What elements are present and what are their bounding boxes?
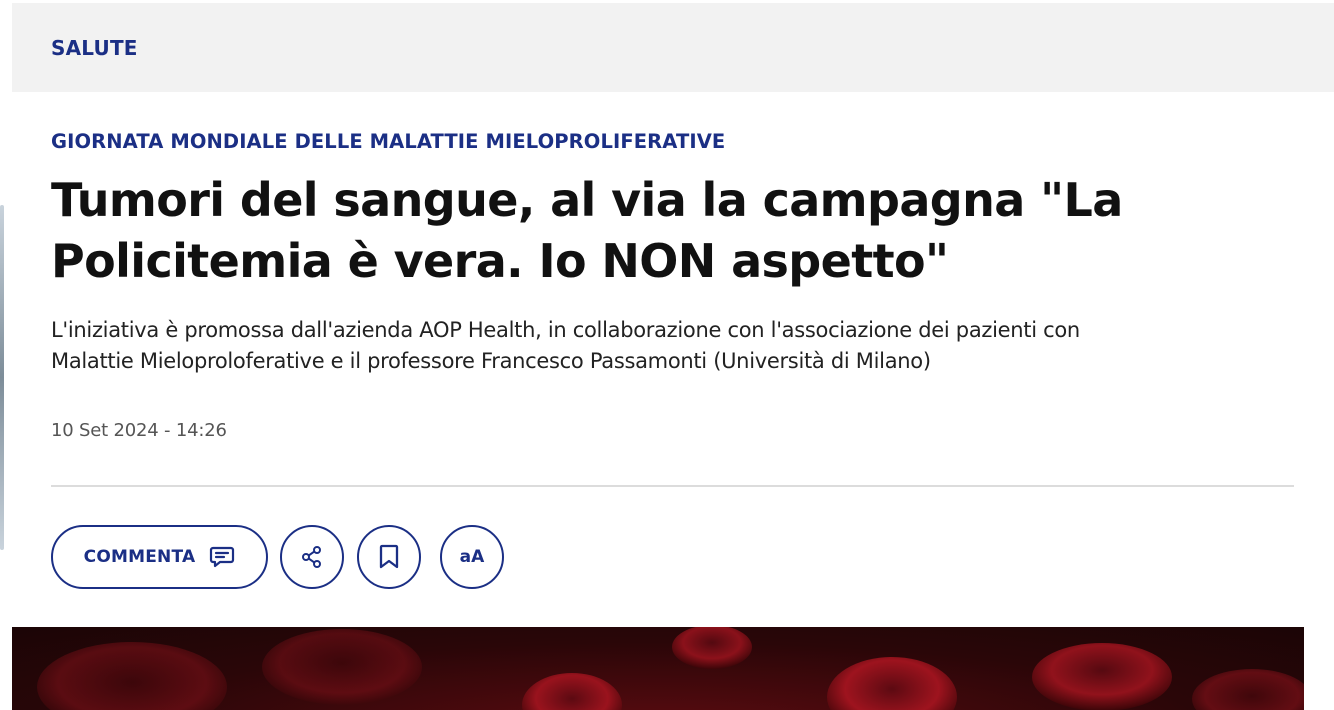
share-button[interactable] — [280, 525, 344, 589]
subtitle-line-1: L'iniziativa è promossa dall'azienda AOP… — [51, 318, 1080, 342]
article-kicker[interactable]: GIORNATA MONDIALE DELLE MALATTIE MIELOPR… — [51, 130, 725, 153]
article-page: SALUTE GIORNATA MONDIALE DELLE MALATTIE … — [0, 0, 1334, 710]
headline-line-1: Tumori del sangue, al via la campagna "L… — [51, 173, 1123, 227]
bookmark-button[interactable] — [357, 525, 421, 589]
hero-image — [12, 627, 1304, 710]
comment-icon — [209, 545, 235, 569]
share-icon — [300, 545, 324, 569]
font-size-button[interactable]: aA — [440, 525, 504, 589]
side-edge-strip — [0, 205, 4, 550]
section-link[interactable]: SALUTE — [51, 36, 138, 60]
article-headline: Tumori del sangue, al via la campagna "L… — [51, 170, 1251, 292]
comment-button-label: COMMENTA — [83, 547, 196, 567]
article-subtitle: L'iniziativa è promossa dall'azienda AOP… — [51, 315, 1281, 377]
headline-line-2: Policitemia è vera. Io NON aspetto" — [51, 234, 949, 288]
blood-cells-illustration — [37, 627, 1304, 710]
comment-button[interactable]: COMMENTA — [51, 525, 268, 589]
divider — [51, 485, 1294, 487]
subtitle-line-2: Malattie Mieloproloferative e il profess… — [51, 349, 931, 373]
font-size-label: aA — [459, 547, 485, 567]
bookmark-icon — [378, 544, 400, 570]
section-header: SALUTE — [12, 3, 1334, 92]
publish-date: 10 Set 2024 - 14:26 — [51, 420, 227, 441]
